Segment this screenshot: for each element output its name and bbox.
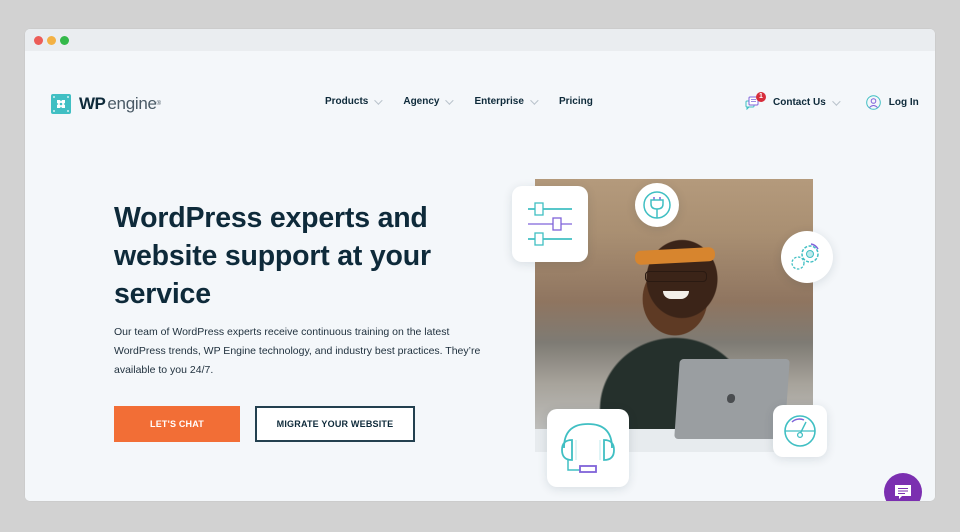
browser-window: WP engine ® Products Agency Enterprise P… [25, 29, 935, 501]
hero-description: Our team of WordPress experts receive co… [114, 326, 481, 376]
migrate-website-button[interactable]: MIGRATE YOUR WEBSITE [255, 406, 415, 442]
nav-item-agency[interactable]: Agency [403, 95, 455, 107]
nav-item-label: Enterprise [474, 96, 524, 107]
chat-message-icon [895, 485, 911, 499]
sliders-card [512, 186, 588, 262]
apple-logo-icon [726, 394, 736, 403]
gears-icon [791, 243, 819, 270]
photo-smile [663, 291, 689, 299]
page: WP engine ® Products Agency Enterprise P… [25, 51, 935, 501]
nav-item-label: Pricing [558, 96, 593, 107]
chat-bubbles-icon: 1 [745, 91, 766, 110]
logo-wp-text: WP [79, 94, 106, 113]
chevron-down-icon [374, 95, 384, 105]
headset-icon [561, 423, 615, 473]
lets-chat-button[interactable]: LET'S CHAT [114, 406, 240, 442]
chevron-down-icon [831, 96, 841, 106]
photo-glasses [645, 271, 707, 282]
minimize-window-button[interactable] [47, 36, 56, 45]
utility-nav: 1 Contact Us Log In [745, 91, 919, 110]
close-window-button[interactable] [34, 36, 43, 45]
wp-engine-logo[interactable]: WP engine ® [51, 94, 161, 114]
window-titlebar [25, 29, 935, 51]
log-in-link[interactable]: Log In [865, 95, 919, 110]
nav-item-products[interactable]: Products [325, 95, 384, 107]
chevron-down-icon [530, 95, 539, 105]
hero-headline: WordPress experts and website support at… [114, 202, 431, 310]
logo-engine-text: engine [107, 94, 157, 113]
sliders-icon [528, 202, 572, 246]
nav-item-enterprise[interactable]: Enterprise [474, 95, 539, 107]
photo-headband [634, 246, 716, 266]
chat-widget-button[interactable] [884, 473, 922, 501]
user-circle-icon [865, 95, 881, 110]
nav-item-label: Agency [403, 96, 440, 107]
main-nav: Products Agency Enterprise Pricing [325, 95, 616, 107]
notification-badge: 1 [756, 91, 766, 102]
maximize-window-button[interactable] [60, 36, 69, 45]
chevron-down-icon [445, 95, 455, 105]
speedometer-card [773, 405, 827, 457]
logo-registered-mark: ® [156, 101, 162, 107]
log-in-label: Log In [888, 97, 919, 108]
nav-item-label: Products [325, 96, 369, 107]
speedometer-icon [784, 415, 816, 447]
gears-card [781, 231, 833, 283]
nav-item-pricing[interactable]: Pricing [559, 96, 593, 107]
contact-us-menu[interactable]: 1 Contact Us [745, 91, 841, 110]
wp-engine-logo-icon [51, 94, 71, 114]
headset-card [547, 409, 629, 487]
plug-card [635, 183, 679, 227]
contact-us-label: Contact Us [773, 97, 826, 108]
plug-icon [643, 191, 671, 219]
